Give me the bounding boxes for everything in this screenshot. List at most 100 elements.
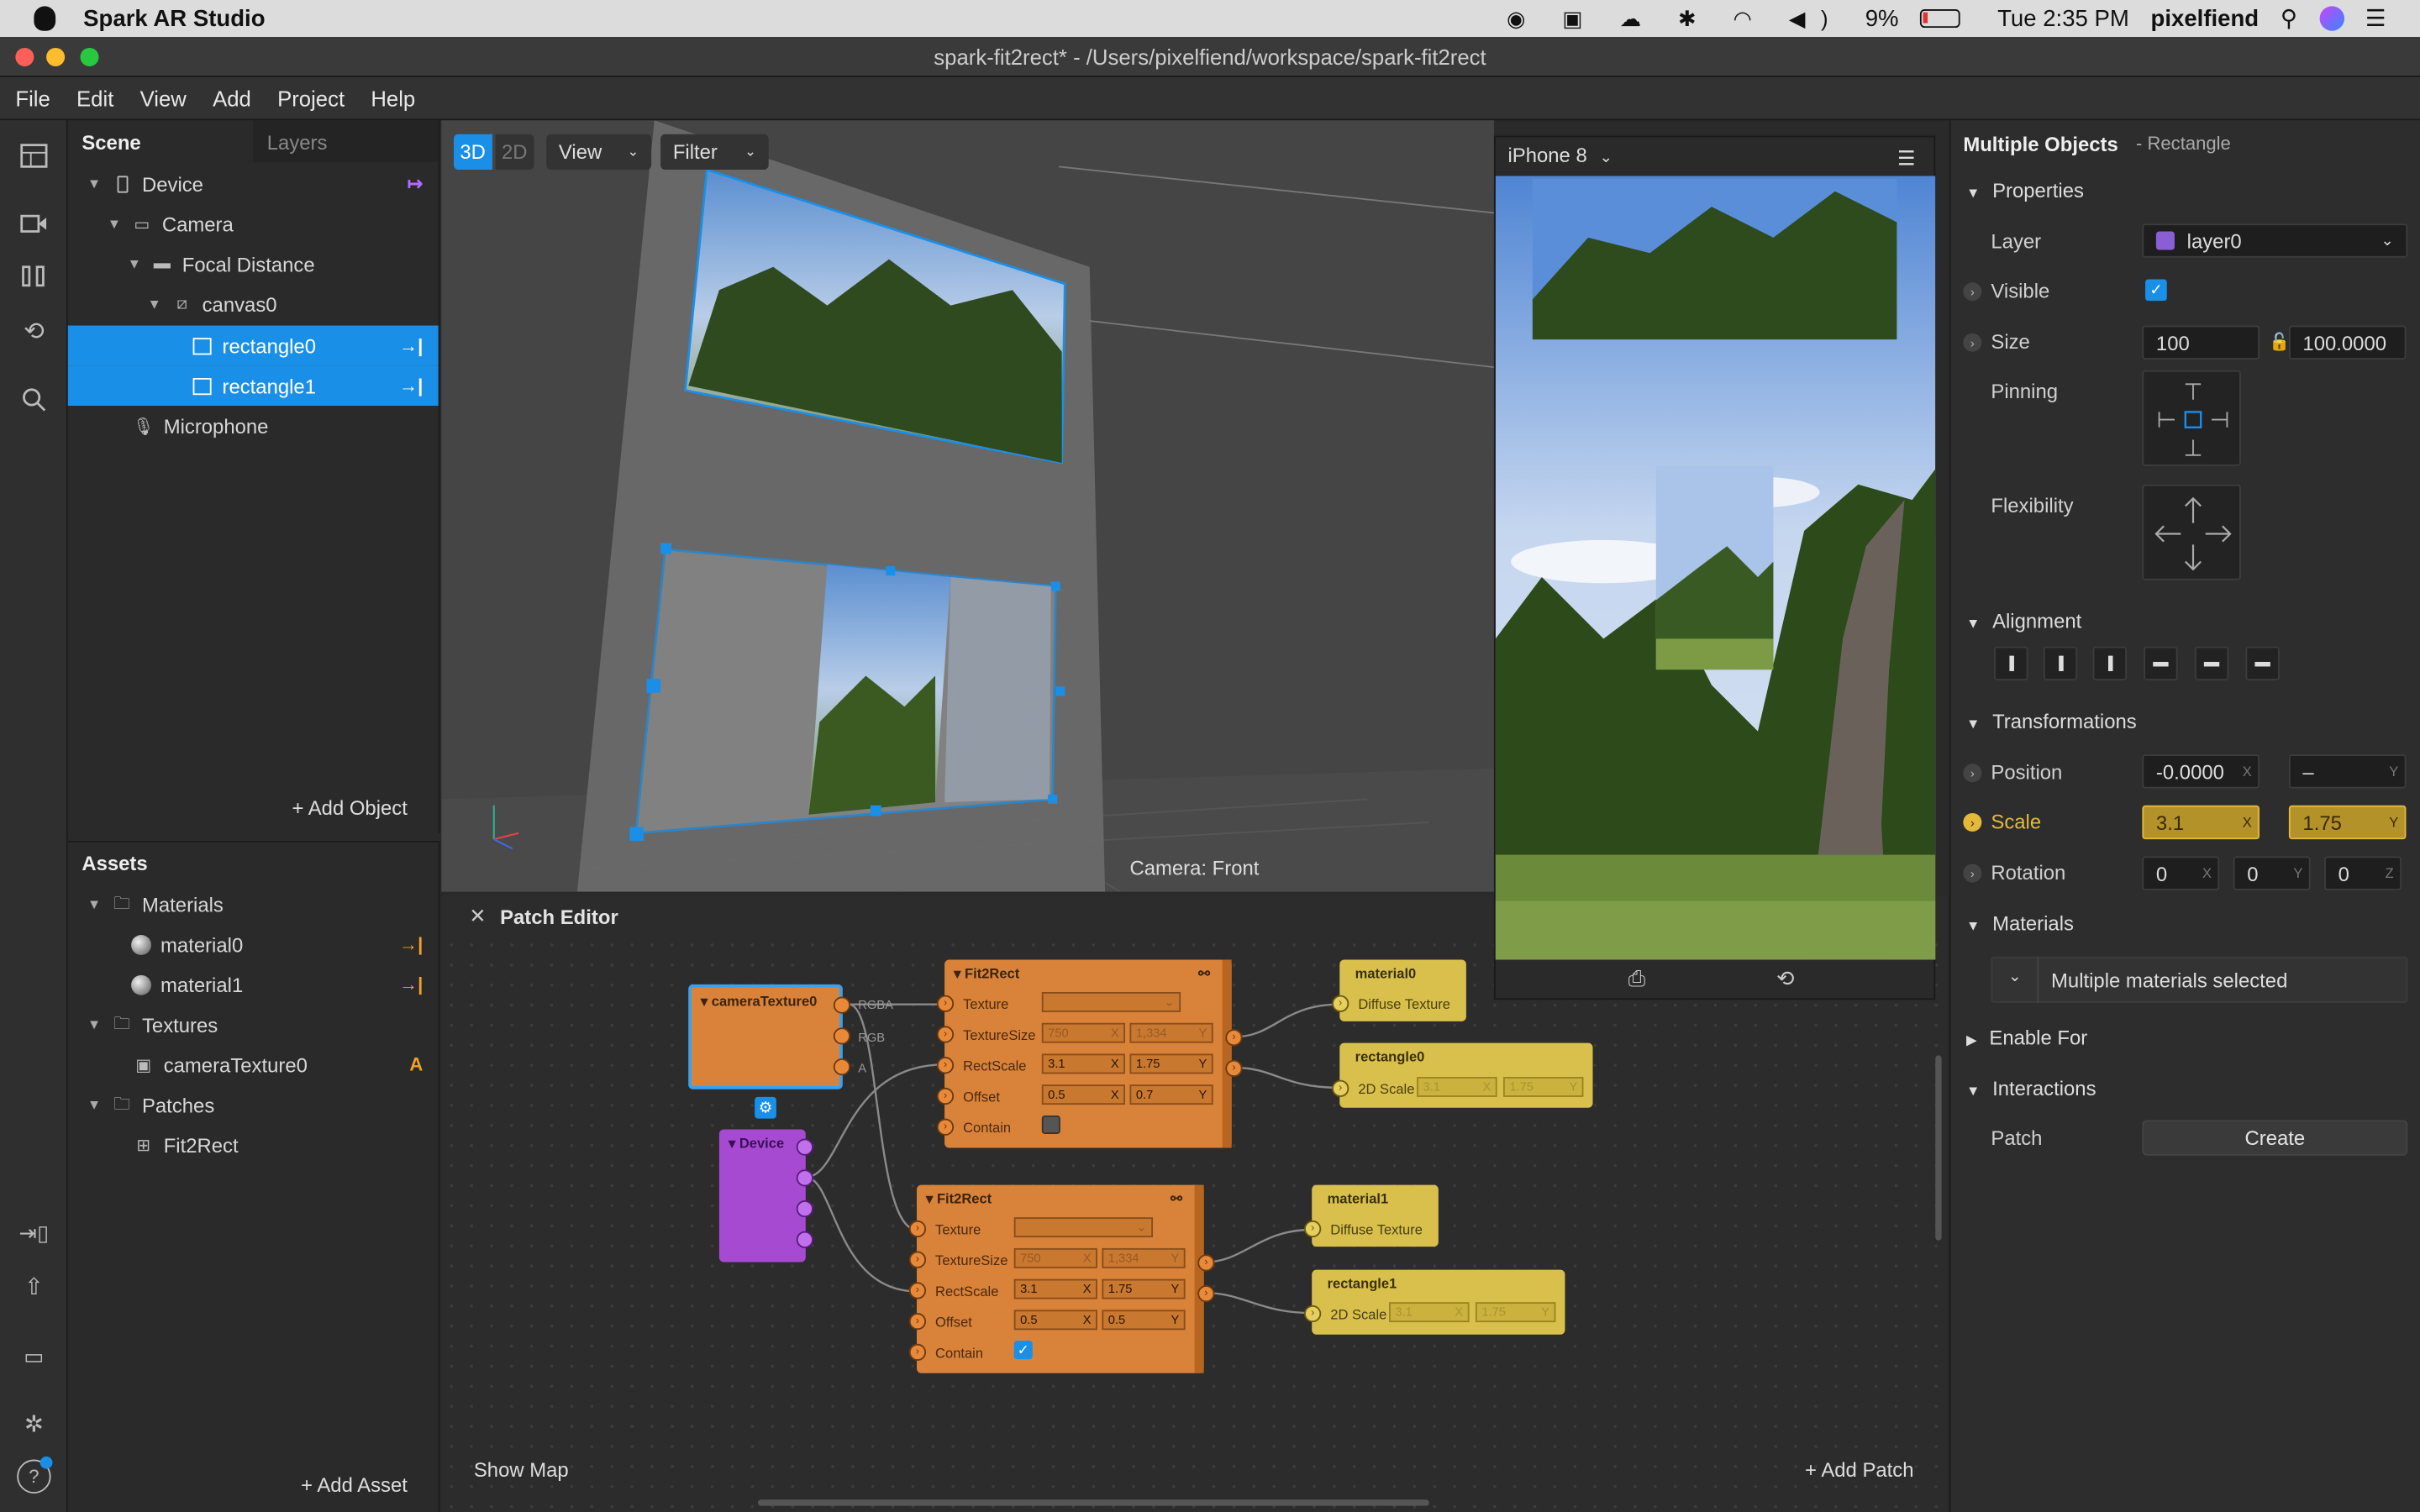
expand-icon[interactable]: ▼: [83, 1097, 105, 1112]
show-map-button[interactable]: Show Map: [474, 1458, 569, 1482]
layer-dropdown[interactable]: layer0 ⌄: [2142, 223, 2408, 258]
menu-help[interactable]: Help: [371, 86, 415, 110]
scale-y-field[interactable]: 1.75 Y: [1502, 1077, 1584, 1097]
input-port-texture[interactable]: ›: [908, 1220, 927, 1238]
position-y-field[interactable]: – Y: [2288, 754, 2407, 789]
device-output-port[interactable]: [796, 1169, 813, 1187]
add-asset-button[interactable]: + Add Asset: [301, 1473, 408, 1497]
position-x-field[interactable]: -0.0000 X: [2142, 754, 2260, 789]
scene-item-microphone[interactable]: 🎙 Microphone: [68, 406, 439, 446]
contain-checkbox[interactable]: ✓: [1013, 1341, 1033, 1360]
rotation-y-field[interactable]: 0Y: [2233, 856, 2311, 890]
scale-y-field[interactable]: 1.75 Y: [2288, 805, 2407, 840]
scene-viewport[interactable]: 3D 2D View ⌄ Filter ⌄ Camera: Front: [441, 120, 1494, 892]
menu-file[interactable]: File: [15, 86, 50, 110]
status-icons[interactable]: ◉ ▣ ☁ ✱ ◠ ◀): [1507, 5, 1844, 31]
lock-icon[interactable]: 🔓: [2269, 332, 2290, 352]
video-icon[interactable]: [17, 207, 50, 240]
patch-node-device[interactable]: ▾ Device: [718, 1129, 806, 1263]
input-port-rectscale[interactable]: ›: [936, 1057, 955, 1074]
texturesize-x-field[interactable]: 750 X: [1013, 1247, 1097, 1268]
pinning-widget[interactable]: [2142, 370, 2241, 466]
texture-dropdown[interactable]: ⌄: [1013, 1217, 1154, 1238]
output-port[interactable]: ›: [1225, 1059, 1243, 1078]
app-name[interactable]: Spark AR Studio: [83, 5, 265, 31]
input-port-2d-scale[interactable]: ›: [1304, 1305, 1322, 1323]
align-bottom-button[interactable]: [2245, 646, 2280, 681]
scene-item-rectangle1[interactable]: rectangle1 →|: [67, 365, 439, 407]
input-port-offset[interactable]: ›: [908, 1313, 927, 1331]
collapse-icon[interactable]: ▾: [701, 994, 712, 1009]
scene-item-camera[interactable]: ▼ ▭ Camera: [68, 203, 439, 244]
export-icon[interactable]: ▭: [17, 1339, 50, 1373]
offset-y-field[interactable]: 0.5 Y: [1102, 1310, 1186, 1331]
apple-icon[interactable]: [34, 6, 56, 31]
materials-selector[interactable]: ⌄ Multiple materials selected: [1991, 956, 2408, 1003]
output-port-rgba[interactable]: [833, 996, 851, 1014]
send-to-device-icon[interactable]: ⇥▯: [17, 1215, 50, 1249]
tab-scene[interactable]: Scene: [67, 120, 254, 162]
section-alignment[interactable]: ▼ Alignment: [1966, 610, 2081, 633]
add-patch-button[interactable]: + Add Patch: [1805, 1458, 1913, 1482]
asset-material1[interactable]: material1 →|: [68, 964, 439, 1005]
rectscale-y-field[interactable]: 1.75 Y: [1129, 1053, 1213, 1074]
size-width-field[interactable]: 100: [2142, 325, 2260, 360]
align-center-horizontal-button[interactable]: [2043, 646, 2078, 681]
expand-icon[interactable]: ▼: [124, 256, 145, 271]
section-enable-for[interactable]: ▶ Enable For: [1966, 1026, 2087, 1049]
user-name[interactable]: pixelfiend: [2151, 5, 2260, 31]
asset-fit2rect[interactable]: ⊞ Fit2Rect: [68, 1125, 439, 1165]
texturesize-x-field[interactable]: 750 X: [1041, 1022, 1125, 1043]
device-output-port[interactable]: [796, 1138, 813, 1156]
refresh-icon[interactable]: ⟲: [17, 315, 50, 349]
offset-x-field[interactable]: 0.5 X: [1041, 1084, 1125, 1105]
layout-icon[interactable]: [17, 139, 50, 172]
expand-icon[interactable]: ▼: [144, 297, 166, 312]
output-port[interactable]: ›: [1197, 1285, 1215, 1303]
link-icon[interactable]: ›: [1963, 282, 1982, 302]
input-port-contain[interactable]: ›: [936, 1118, 955, 1136]
rectscale-y-field[interactable]: 1.75 Y: [1102, 1278, 1186, 1299]
section-properties[interactable]: ▼ Properties: [1966, 179, 2084, 202]
clock[interactable]: Tue 2:35 PM: [1997, 5, 2129, 31]
screenshot-icon[interactable]: ⎙: [1628, 966, 1646, 992]
rectscale-x-field[interactable]: 3.1 X: [1013, 1278, 1097, 1299]
siri-icon[interactable]: [2318, 6, 2344, 31]
link-icon[interactable]: ⚯: [1198, 966, 1210, 983]
asset-folder-patches[interactable]: ▼ 🗀 Patches: [68, 1084, 439, 1125]
bug-icon[interactable]: ✲: [17, 1407, 50, 1441]
align-right-button[interactable]: [2092, 646, 2128, 681]
create-patch-button[interactable]: Create: [2142, 1120, 2408, 1156]
spotlight-search-icon[interactable]: ⚲: [2281, 5, 2297, 32]
expand-icon[interactable]: ▼: [83, 176, 105, 191]
input-port-texturesize[interactable]: ›: [908, 1251, 927, 1268]
input-port-diffuse-texture[interactable]: ›: [1332, 995, 1349, 1012]
device-output-port[interactable]: [796, 1200, 813, 1218]
link-icon[interactable]: →|: [399, 335, 423, 357]
menu-project[interactable]: Project: [277, 86, 345, 110]
menu-edit[interactable]: Edit: [76, 86, 113, 110]
filter-dropdown[interactable]: Filter ⌄: [660, 134, 769, 171]
horizontal-scrollbar[interactable]: [757, 1499, 1429, 1506]
visible-checkbox[interactable]: ✓: [2145, 279, 2167, 302]
scene-item-device[interactable]: ▼ Device ↦: [68, 164, 439, 204]
viewport-scene-canvas[interactable]: [441, 120, 1494, 892]
link-icon[interactable]: ⚯: [1171, 1191, 1182, 1208]
texturesize-y-field[interactable]: 1,334 Y: [1129, 1022, 1213, 1043]
collapse-icon[interactable]: ▾: [926, 1191, 937, 1206]
collapse-icon[interactable]: ▾: [954, 966, 965, 981]
link-icon[interactable]: →|: [399, 375, 423, 396]
input-port-texture[interactable]: ›: [936, 995, 955, 1012]
input-port-texturesize[interactable]: ›: [936, 1026, 955, 1043]
patch-node-rectangle0[interactable]: rectangle0: [1339, 1042, 1593, 1108]
texturesize-y-field[interactable]: 1,334 Y: [1102, 1247, 1186, 1268]
vertical-scrollbar[interactable]: [1935, 1055, 1942, 1241]
scale-x-field[interactable]: 3.1 X: [1417, 1077, 1497, 1097]
link-icon[interactable]: →|: [399, 974, 423, 995]
collapse-icon[interactable]: ▾: [729, 1136, 739, 1151]
section-transformations[interactable]: ▼ Transformations: [1966, 710, 2137, 733]
device-dropdown[interactable]: iPhone 8 ⌄: [1507, 144, 1612, 167]
input-port-2d-scale[interactable]: ›: [1332, 1079, 1349, 1097]
output-port[interactable]: ›: [1197, 1254, 1215, 1272]
scene-item-canvas0[interactable]: ▼ ⧄ canvas0: [68, 284, 439, 324]
